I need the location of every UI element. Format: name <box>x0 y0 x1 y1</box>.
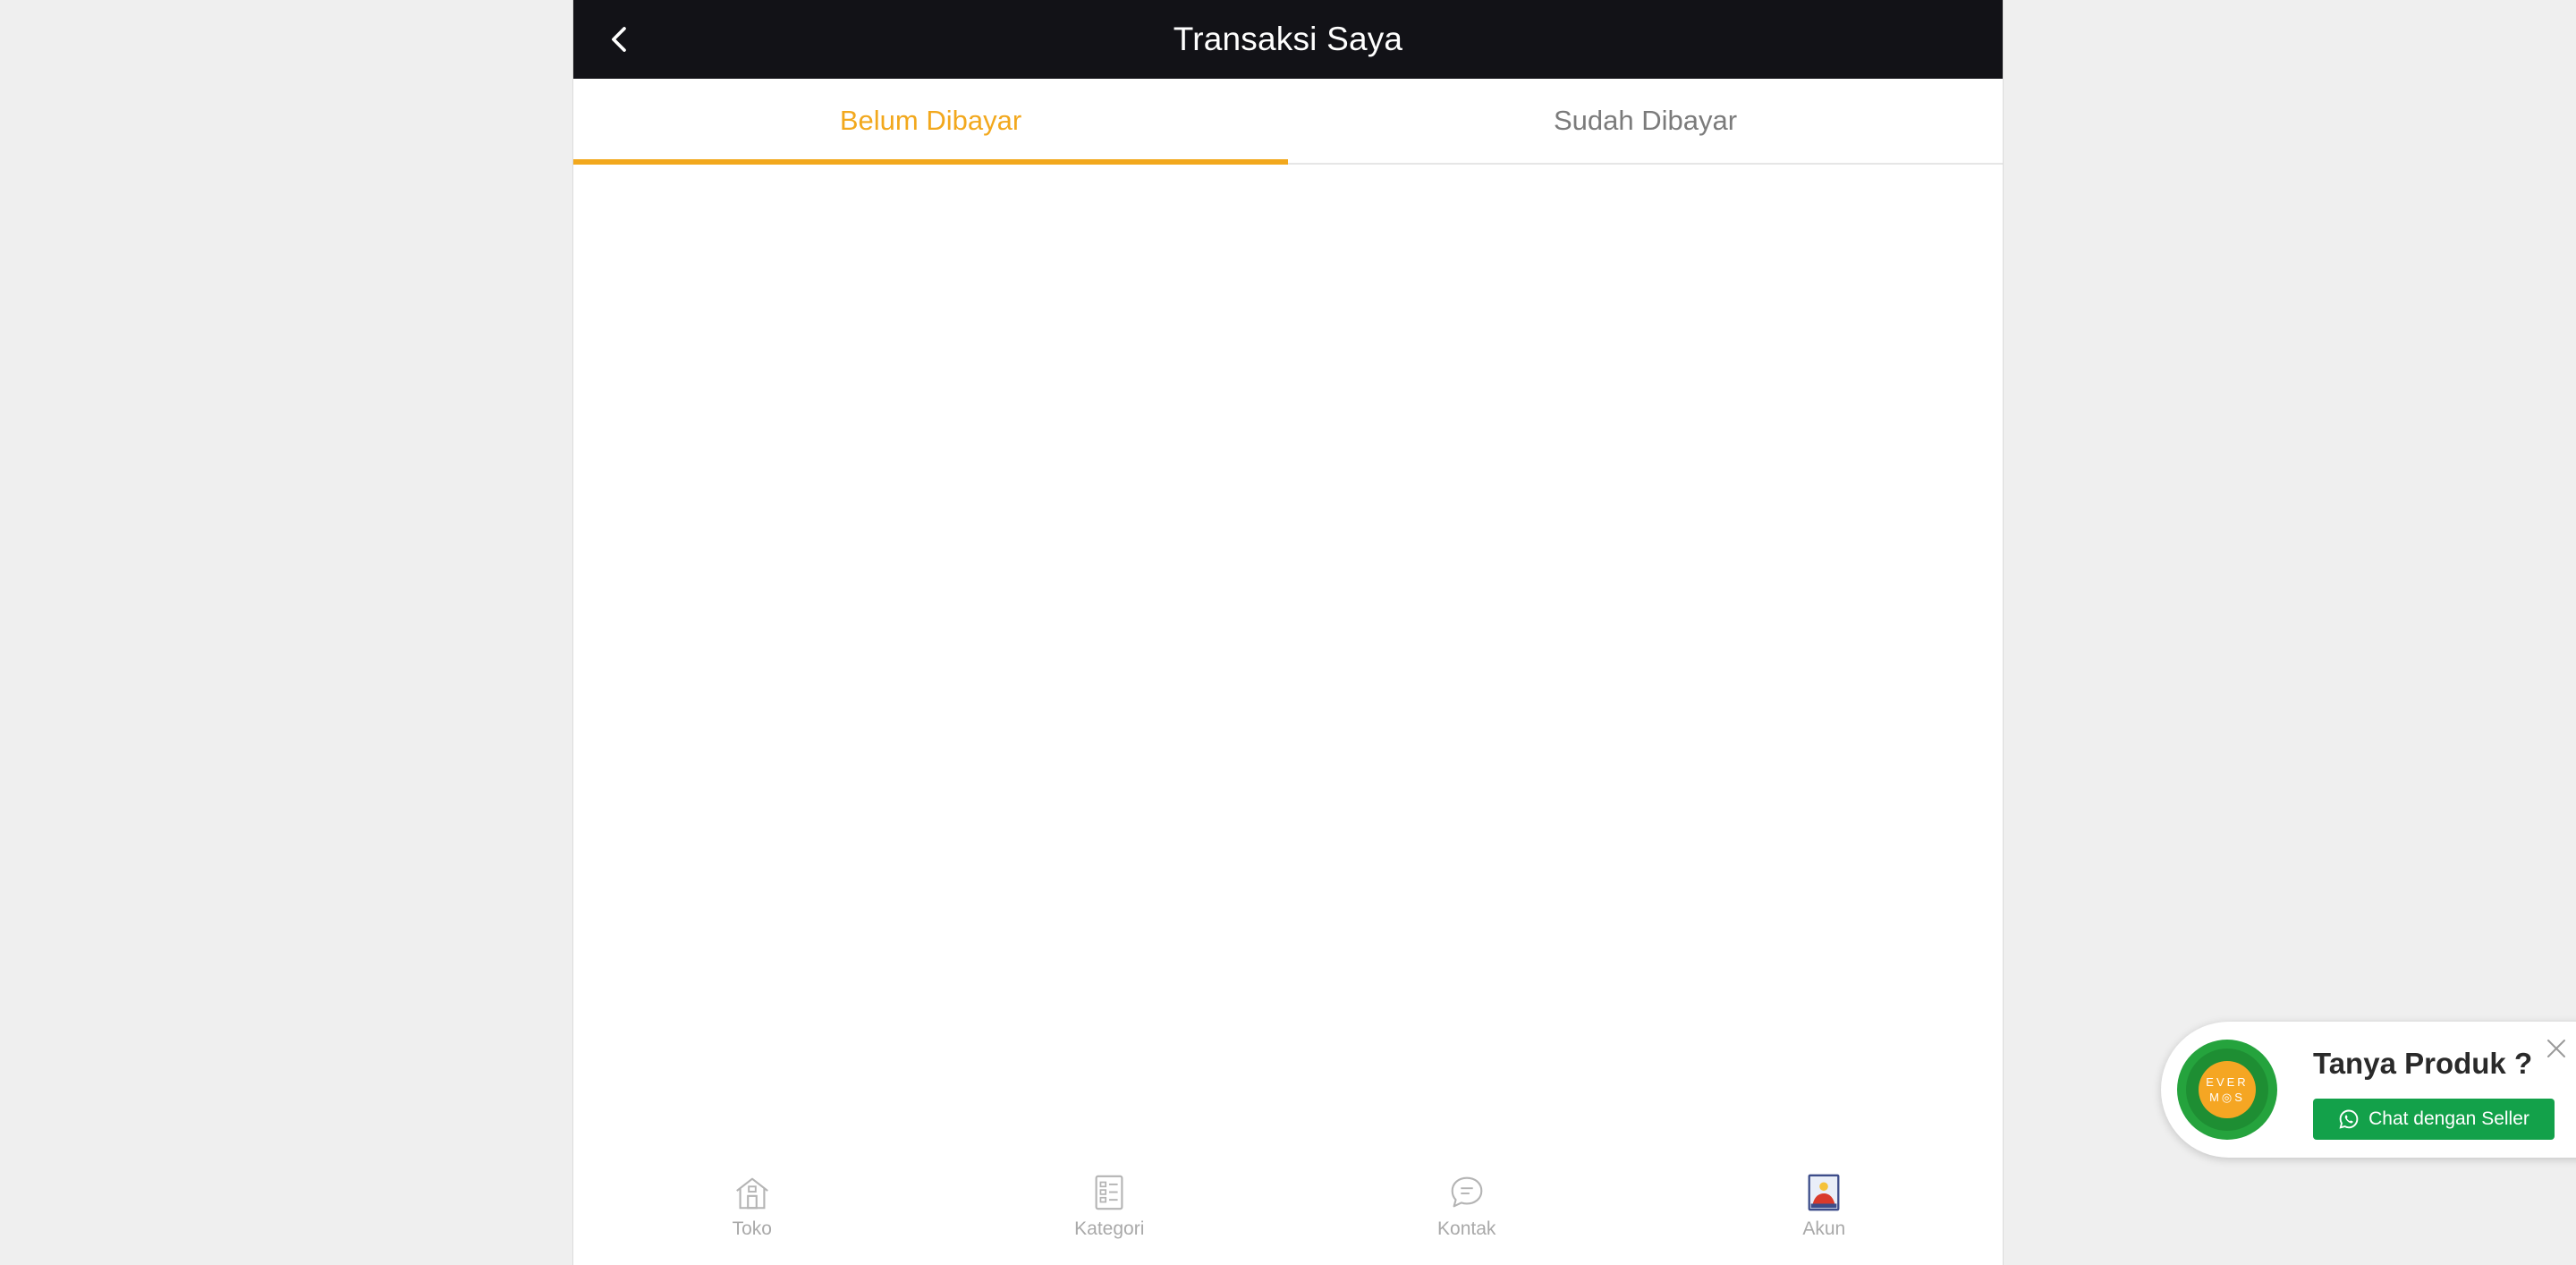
chevron-left-icon <box>612 27 626 52</box>
list-icon <box>1095 1175 1123 1210</box>
nav-label-kontak: Kontak <box>1437 1218 1496 1239</box>
nav-label-akun: Akun <box>1802 1218 1846 1239</box>
app-container: Transaksi Saya Belum Dibayar Sudah Dibay… <box>572 0 2004 1265</box>
chat-seller-widget: EVER M◎S Tanya Produk ? Chat dengan Sell… <box>2161 1022 2576 1158</box>
logo-text-bottom: M◎S <box>2209 1091 2245 1104</box>
back-button[interactable] <box>598 18 641 61</box>
tab-sudah-dibayar[interactable]: Sudah Dibayar <box>1288 79 2003 163</box>
widget-title: Tanya Produk ? <box>2313 1047 2533 1080</box>
nav-item-kontak[interactable]: Kontak <box>1288 1158 1646 1265</box>
nav-item-toko[interactable]: Toko <box>573 1158 931 1265</box>
close-icon <box>2547 1040 2565 1057</box>
chat-seller-label: Chat dengan Seller <box>2368 1108 2529 1129</box>
close-widget-button[interactable] <box>2538 1031 2574 1066</box>
page-title: Transaksi Saya <box>1173 21 1403 57</box>
transaction-list <box>573 165 2003 1158</box>
nav-item-akun[interactable]: Akun <box>1646 1158 2004 1265</box>
nav-item-kategori[interactable]: Kategori <box>931 1158 1289 1265</box>
bottom-navigation: Toko Kategori Kontak Akun <box>573 1158 2003 1265</box>
tab-belum-dibayar[interactable]: Belum Dibayar <box>573 79 1288 165</box>
nav-label-toko: Toko <box>732 1218 772 1239</box>
evermos-logo: EVER M◎S <box>2177 1040 2277 1140</box>
whatsapp-icon <box>2339 1109 2359 1129</box>
chat-seller-button[interactable]: Chat dengan Seller <box>2313 1099 2555 1140</box>
header-bar: Transaksi Saya <box>573 0 2003 79</box>
chat-bubble-icon <box>1451 1176 1483 1208</box>
logo-text-top: EVER <box>2206 1075 2249 1089</box>
tab-bar: Belum Dibayar Sudah Dibayar <box>573 79 2003 165</box>
account-icon <box>1808 1174 1840 1211</box>
store-icon <box>735 1177 768 1210</box>
nav-label-kategori: Kategori <box>1074 1218 1145 1239</box>
